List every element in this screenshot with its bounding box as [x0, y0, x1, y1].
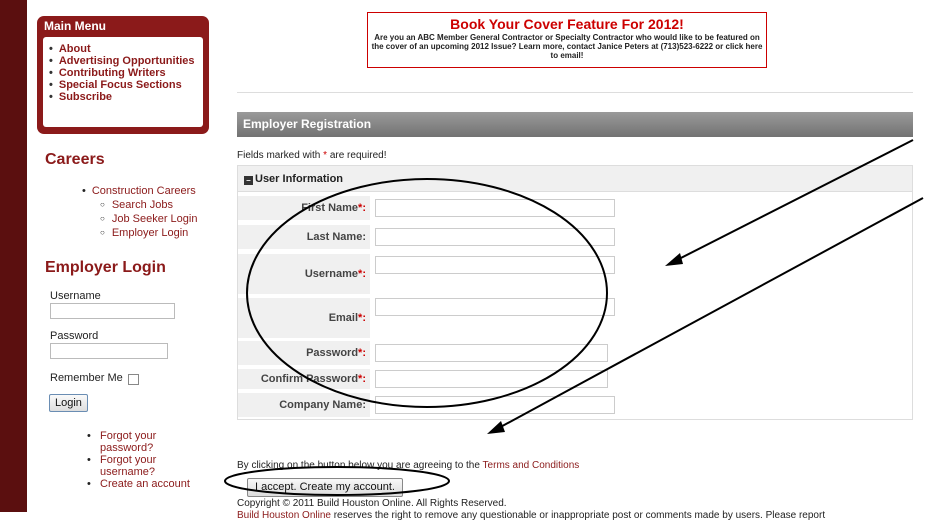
row-last-name: Last Name: [238, 225, 912, 249]
cover-feature-banner[interactable]: Book Your Cover Feature For 2012! Are yo… [367, 12, 767, 68]
main-menu-title: Main Menu [44, 19, 106, 33]
careers-link-job-seeker-login[interactable]: Job Seeker Login [82, 212, 198, 226]
menu-item-about[interactable]: About [49, 43, 203, 55]
confirm-password-label: Confirm Password*: [238, 369, 370, 389]
row-password: Password*: [238, 341, 912, 365]
user-information-title: User Information [255, 173, 344, 185]
first-name-label: First Name*: [238, 196, 370, 220]
first-name-input[interactable] [375, 199, 615, 217]
company-name-label: Company Name: [238, 393, 370, 417]
terms-link[interactable]: Terms and Conditions [483, 460, 580, 471]
row-email: Email*: [238, 298, 912, 338]
create-account-button[interactable]: I accept. Create my account. [247, 478, 403, 497]
email-input[interactable] [375, 298, 615, 316]
confirm-password-input[interactable] [375, 370, 608, 388]
divider [237, 92, 913, 93]
terms-note: By clicking on the button below you are … [237, 460, 580, 471]
careers-link-employer-login[interactable]: Employer Login [82, 226, 197, 240]
last-name-label: Last Name: [238, 225, 370, 249]
menu-item-special-focus[interactable]: Special Focus Sections [49, 79, 203, 91]
password-label: Password*: [238, 341, 370, 365]
company-name-input[interactable] [375, 396, 615, 414]
banner-title: Book Your Cover Feature For 2012! [450, 16, 684, 32]
main-content: Book Your Cover Feature For 2012! Are yo… [237, 6, 917, 521]
forgot-username-link[interactable]: Forgot your username? [87, 454, 207, 478]
menu-item-advertising[interactable]: Advertising Opportunities [49, 55, 203, 67]
main-menu-list: About Advertising Opportunities Contribu… [43, 37, 203, 103]
row-confirm-password: Confirm Password*: [238, 369, 912, 389]
menu-item-subscribe[interactable]: Subscribe [49, 91, 203, 103]
last-name-input[interactable] [375, 228, 615, 246]
left-border [0, 0, 27, 512]
row-company-name: Company Name: [238, 393, 912, 417]
careers-link-construction[interactable]: Construction Careers [82, 184, 197, 198]
username-input[interactable] [375, 256, 615, 274]
login-password-label: Password [50, 330, 99, 342]
username-label: Username*: [238, 254, 370, 294]
login-password-input[interactable] [50, 343, 168, 359]
create-account-link[interactable]: Create an account [87, 478, 207, 490]
remember-me-checkbox[interactable] [128, 374, 139, 385]
careers-link-search-jobs[interactable]: Search Jobs [82, 198, 197, 212]
row-username: Username*: [238, 254, 912, 294]
login-button[interactable]: Login [49, 394, 88, 412]
required-note: Fields marked with * are required! [237, 150, 387, 161]
banner-body: Are you an ABC Member General Contractor… [371, 33, 763, 60]
login-username-input[interactable] [50, 303, 175, 319]
forgot-password-link[interactable]: Forgot your password? [87, 430, 207, 454]
left-column: Main Menu About Advertising Opportunitie… [27, 6, 227, 512]
main-menu: Main Menu About Advertising Opportunitie… [37, 16, 209, 134]
menu-item-contributing-writers[interactable]: Contributing Writers [49, 67, 203, 79]
login-username-label: Username [50, 290, 101, 302]
careers-list: Construction Careers Search Jobs Job See… [82, 184, 198, 240]
remember-me-label: Remember Me [50, 372, 123, 384]
user-information-section: – User Information First Name*: Last Name… [237, 165, 913, 420]
employer-login-heading: Employer Login [45, 259, 166, 276]
main-menu-box: About Advertising Opportunities Contribu… [43, 37, 203, 127]
registration-header: Employer Registration [237, 112, 913, 137]
collapse-icon[interactable]: – [244, 176, 253, 185]
user-information-header[interactable]: – User Information [238, 166, 912, 192]
login-help-links: Forgot your password? Forgot your userna… [87, 430, 207, 490]
careers-heading: Careers [45, 151, 105, 168]
password-input[interactable] [375, 344, 608, 362]
page: Main Menu About Advertising Opportunitie… [27, 6, 926, 521]
copyright-text: Copyright © 2011 Build Houston Online. A… [237, 498, 507, 509]
email-label: Email*: [238, 298, 370, 338]
row-first-name: First Name*: [238, 196, 912, 220]
